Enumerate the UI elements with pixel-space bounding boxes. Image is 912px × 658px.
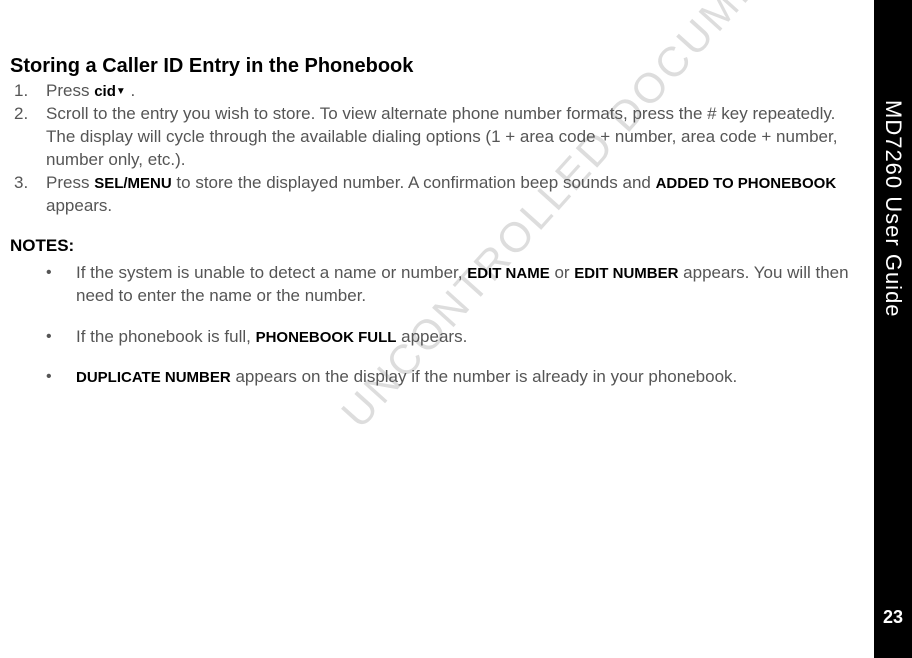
content-area: UNCONTROLLED DOCUMENT Storing a Caller I… — [0, 0, 874, 658]
phonebook-full-label: PHONEBOOK FULL — [256, 329, 397, 346]
note-text-suffix: appears on the display if the number is … — [231, 367, 738, 386]
step-number: 3. — [10, 172, 46, 218]
duplicate-number-label: DUPLICATE NUMBER — [76, 369, 231, 386]
bullet-icon: • — [46, 262, 76, 308]
step-text-suffix: appears. — [46, 196, 112, 215]
bullet-icon: • — [46, 366, 76, 389]
step-content: Scroll to the entry you wish to store. T… — [46, 103, 854, 172]
added-phonebook-label: ADDED TO PHONEBOOK — [656, 175, 837, 192]
section-heading: Storing a Caller ID Entry in the Phonebo… — [10, 55, 854, 78]
step-number: 2. — [10, 103, 46, 172]
step-number: 1. — [10, 80, 46, 103]
page-number: 23 — [883, 607, 903, 628]
step-3: 3. Press SEL/MENU to store the displayed… — [10, 172, 854, 218]
notes-list: • If the system is unable to detect a na… — [46, 262, 854, 390]
page-container: UNCONTROLLED DOCUMENT Storing a Caller I… — [0, 0, 912, 658]
step-2: 2. Scroll to the entry you wish to store… — [10, 103, 854, 172]
note-content: If the system is unable to detect a name… — [76, 262, 854, 308]
step-content: Press cid▼ . — [46, 80, 854, 103]
sel-menu-label: SEL/MENU — [94, 175, 172, 192]
note-text: If the phonebook is full, — [76, 327, 256, 346]
step-text: Press — [46, 173, 94, 192]
note-3: • DUPLICATE NUMBER appears on the displa… — [46, 366, 854, 389]
note-text: If the system is unable to detect a name… — [76, 263, 467, 282]
right-sidebar: MD7260 User Guide 23 — [874, 0, 912, 658]
note-content: If the phonebook is full, PHONEBOOK FULL… — [76, 326, 854, 349]
step-text: Press — [46, 81, 94, 100]
edit-number-label: EDIT NUMBER — [574, 265, 678, 282]
note-text-suffix: appears. — [396, 327, 467, 346]
edit-name-label: EDIT NAME — [467, 265, 550, 282]
note-content: DUPLICATE NUMBER appears on the display … — [76, 366, 854, 389]
note-2: • If the phonebook is full, PHONEBOOK FU… — [46, 326, 854, 349]
steps-list: 1. Press cid▼ . 2. Scroll to the entry y… — [10, 80, 854, 218]
content-layer: Storing a Caller ID Entry in the Phonebo… — [10, 55, 854, 389]
step-text-suffix: . — [126, 81, 135, 100]
guide-title: MD7260 User Guide — [880, 100, 906, 318]
bullet-icon: • — [46, 326, 76, 349]
note-1: • If the system is unable to detect a na… — [46, 262, 854, 308]
step-1: 1. Press cid▼ . — [10, 80, 854, 103]
dropdown-icon: ▼ — [116, 86, 126, 97]
step-content: Press SEL/MENU to store the displayed nu… — [46, 172, 854, 218]
notes-heading: NOTES: — [10, 236, 854, 256]
step-text-middle: to store the displayed number. A confirm… — [172, 173, 656, 192]
cid-label: cid — [94, 83, 116, 100]
note-text-middle: or — [550, 263, 575, 282]
